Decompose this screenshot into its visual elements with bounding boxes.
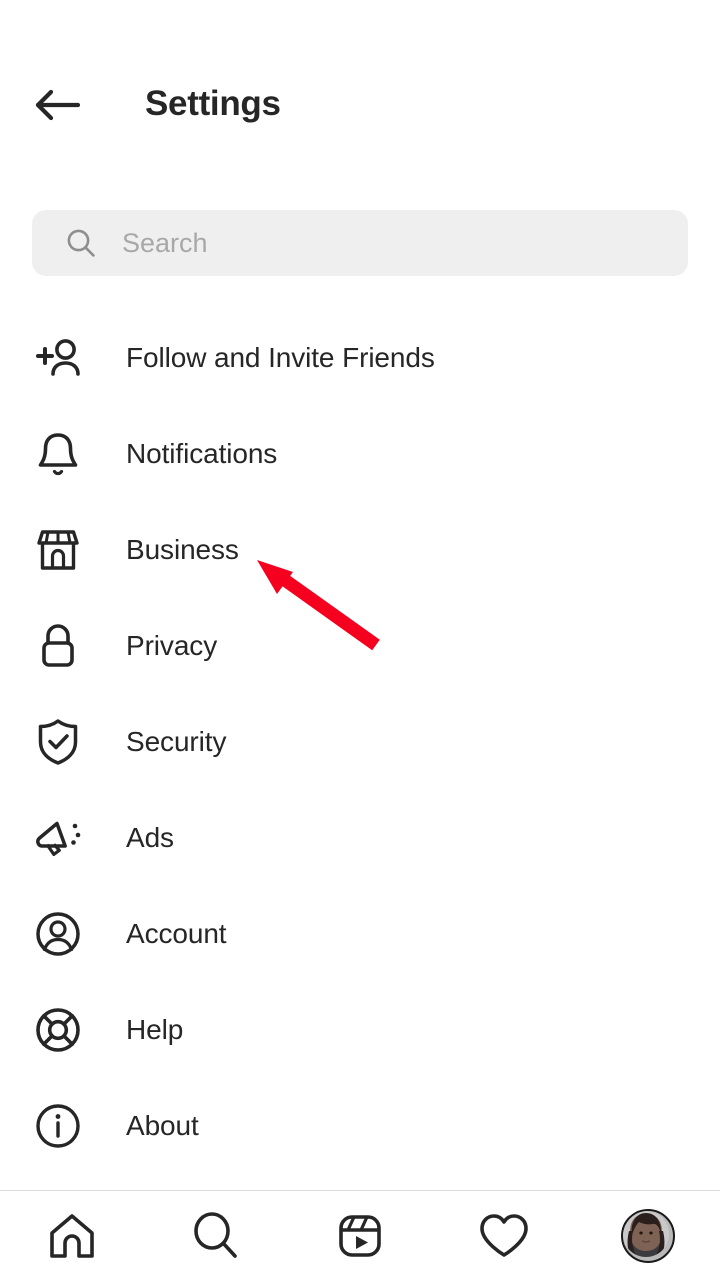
settings-row-label: Account [126,918,227,949]
settings-row-security[interactable]: Security [0,694,720,790]
lifebuoy-icon [32,1004,84,1056]
storefront-icon [32,524,84,576]
settings-row-ads[interactable]: Ads [0,790,720,886]
heart-icon [480,1213,528,1257]
lock-icon [32,620,84,672]
reels-icon [339,1214,381,1257]
back-arrow-icon [35,89,80,121]
back-button[interactable] [32,82,82,128]
settings-row-about[interactable]: About [0,1078,720,1174]
megaphone-icon [32,812,84,864]
search-placeholder: Search [122,228,208,258]
bell-icon [32,428,84,480]
settings-row-label: Help [126,1014,184,1045]
settings-row-label: Business [126,534,239,565]
nav-item-reels[interactable] [288,1191,432,1280]
settings-row-label: Ads [126,822,174,853]
avatar [621,1208,675,1263]
settings-row-help[interactable]: Help [0,982,720,1078]
settings-row-label: Privacy [126,630,218,661]
nav-item-profile[interactable] [576,1191,720,1280]
info-circle-icon [32,1100,84,1152]
settings-screen: Settings Search Follow and Invite Friend… [0,0,720,1280]
shield-check-icon [32,716,84,768]
search-icon [64,226,98,260]
settings-row-label: Security [126,726,227,757]
page-title: Settings [145,84,281,123]
settings-list: Follow and Invite Friends Notifications [0,310,720,1174]
settings-row-account[interactable]: Account [0,886,720,982]
avatar-icon [623,1210,669,1257]
account-circle-icon [32,908,84,960]
settings-row-label: Notifications [126,438,278,469]
app-header: Settings [0,0,720,175]
search-icon [194,1211,237,1258]
nav-item-activity[interactable] [432,1191,576,1280]
settings-row-business[interactable]: Business [0,502,720,598]
settings-row-follow-and-invite-friends[interactable]: Follow and Invite Friends [0,310,720,406]
home-icon [50,1213,94,1258]
settings-row-label: Follow and Invite Friends [126,342,435,373]
bottom-navigation-bar [0,1191,720,1280]
settings-row-privacy[interactable]: Privacy [0,598,720,694]
search-input[interactable]: Search [32,210,688,276]
nav-item-home[interactable] [0,1191,144,1280]
nav-item-search[interactable] [144,1191,288,1280]
settings-row-label: About [126,1110,199,1141]
settings-row-notifications[interactable]: Notifications [0,406,720,502]
person-plus-icon [32,332,84,384]
